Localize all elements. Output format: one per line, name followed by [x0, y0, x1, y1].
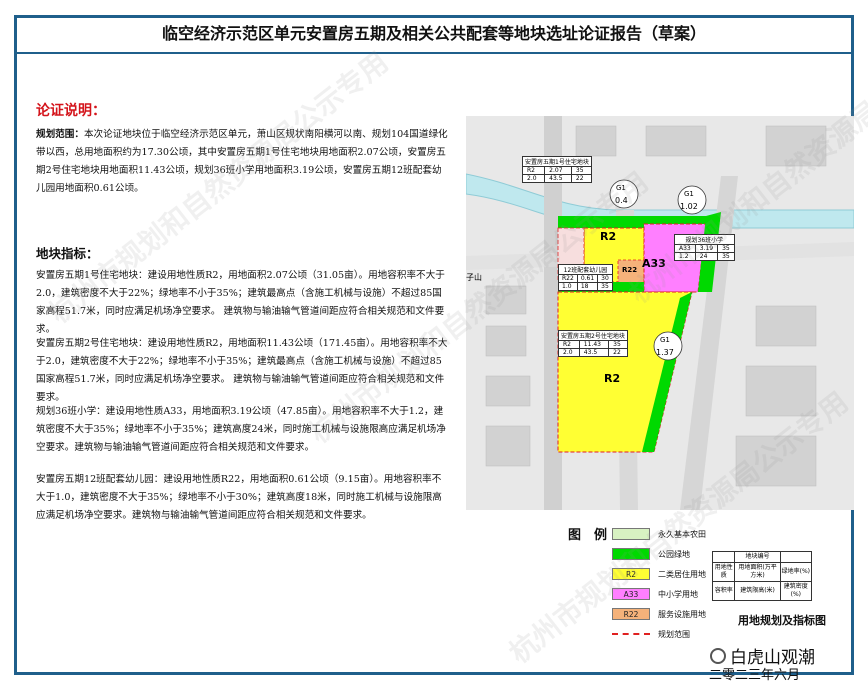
table-cell: 2.0	[521, 174, 546, 183]
legend-item-farmland: 永久基本农田	[612, 526, 706, 542]
g1-south-value: 1.37	[656, 348, 674, 357]
table-title: 安置房五期2号住宅地块	[558, 330, 628, 341]
legend-label: 永久基本农田	[658, 529, 706, 539]
page-title: 临空经济示范区单元安置房五期及相关公共配套等地块选址论证报告（草案）	[161, 24, 706, 43]
table-cell: 22	[608, 348, 628, 357]
plot-table-school: 规划36班小学 A33 3.19 35 1.2 24 35	[674, 234, 735, 261]
legend-label: 二类居住用地	[658, 569, 706, 579]
table-cell: 35	[717, 244, 735, 253]
label-zishan: 子山	[466, 273, 482, 282]
g1-east-value: 1.02	[680, 202, 698, 211]
indicator-p2: 安置房五期2号住宅地块：建设用地性质R2，用地面积11.43公顷（171.45亩…	[36, 338, 448, 403]
legend-label: 服务设施用地	[658, 609, 706, 619]
plot-table-housing-2: 安置房五期2号住宅地块 R2 11.43 35 2.0 43.5 22	[558, 330, 628, 357]
index-cell: 绿地率(%)	[779, 562, 813, 582]
legend-item-r2: R2 二类居住用地	[612, 566, 706, 582]
table-cell: A33	[674, 244, 696, 253]
indicator-p1: 安置房五期1号住宅地块：建设用地性质R2，用地面积2.07公顷（31.05亩）。…	[36, 270, 445, 335]
land-use-map: R2 A33 R22 R2 子山 G1 0.4 G1 1.02 G1 1.37 …	[466, 116, 854, 510]
legend-swatch	[612, 633, 650, 635]
title-divider	[14, 52, 854, 54]
legend-swatch: R22	[612, 608, 650, 620]
table-cell: 35	[608, 340, 628, 349]
table-cell: 2.0	[558, 348, 580, 357]
scope-text: 本次论证地块位于临空经济示范区单元，萧山区规状南阳横河以南、规划104国道绿化带…	[36, 129, 448, 194]
wechat-icon	[710, 647, 726, 664]
g1-east-code: G1	[684, 190, 694, 198]
index-cell: 用地面积(万平方米)	[734, 562, 781, 582]
table-cell: 43.5	[578, 348, 610, 357]
table-cell: 1.0	[558, 282, 578, 291]
table-title: 12班配套幼儿园	[558, 264, 613, 275]
table-cell: 35	[570, 166, 592, 175]
index-cell: 容积率	[711, 581, 736, 601]
index-header: 地块编号	[734, 551, 781, 563]
g1-north-code: G1	[616, 184, 626, 192]
index-cell: 用地性质	[711, 562, 736, 582]
table-cell: 3.19	[694, 244, 719, 253]
table-title: 安置房五期1号住宅地块	[522, 156, 592, 167]
index-key-table: 地块编号 用地性质 用地面积(万平方米) 绿地率(%) 容积率 建筑限高(米) 建筑密度…	[711, 551, 813, 601]
legend-title: 图 例	[568, 528, 608, 543]
legend-label: 规划范围	[658, 629, 690, 639]
legend-item-park: 公园绿地	[612, 546, 690, 562]
section-heading-indicators: 地块指标：	[36, 246, 99, 261]
plot-table-kindergarten: 12班配套幼儿园 R22 0.61 30 1.0 18 35	[558, 264, 613, 291]
table-cell: 1.2	[674, 252, 696, 261]
table-cell: 2.07	[544, 166, 572, 175]
table-cell: 43.5	[544, 174, 572, 183]
legend-item-a33: A33 中小学用地	[612, 586, 698, 602]
legend-item-boundary: 规划范围	[612, 626, 690, 642]
table-cell: R2	[558, 340, 580, 349]
table-cell: 22	[570, 174, 592, 183]
legend-swatch	[612, 548, 650, 560]
index-cell: 建筑密度(%)	[779, 581, 813, 601]
legend-item-r22: R22 服务设施用地	[612, 606, 706, 622]
table-cell: 24	[694, 252, 719, 261]
table-title: 规划36班小学	[674, 234, 735, 245]
table-cell: 30	[597, 274, 613, 283]
table-cell: 35	[597, 282, 613, 291]
table-cell: 11.43	[578, 340, 610, 349]
label-r2-south: R2	[604, 372, 621, 385]
legend-label: 公园绿地	[658, 549, 690, 559]
index-cell: 建筑限高(米)	[734, 581, 781, 601]
brand-date: 二零二三年六月	[709, 668, 801, 683]
plot-table-housing-1: 安置房五期1号住宅地块 R2 2.07 35 2.0 43.5 22	[521, 156, 592, 183]
legend-swatch	[612, 528, 650, 540]
g1-south-code: G1	[660, 336, 670, 344]
legend-swatch: R2	[612, 568, 650, 580]
table-cell: R2	[521, 166, 546, 175]
table-cell: 18	[576, 282, 599, 291]
scope-paragraph: 规划范围：本次论证地块位于临空经济示范区单元，萧山区规状南阳横河以南、规划104…	[36, 126, 448, 198]
label-a33: A33	[642, 257, 666, 270]
section-heading-explanation: 论证说明：	[36, 103, 106, 119]
scope-lead: 规划范围：	[36, 129, 84, 140]
table-cell: 0.61	[576, 274, 599, 283]
indicator-p3: 规划36班小学：建设用地性质A33，用地面积3.19公顷（47.85亩）。用地容…	[36, 406, 446, 453]
table-cell: R22	[558, 274, 578, 283]
g1-north-value: 0.4	[615, 196, 628, 205]
table-cell: 35	[717, 252, 735, 261]
legend-label: 中小学用地	[658, 589, 698, 599]
label-r2-north: R2	[600, 230, 617, 243]
indicator-p4: 安置房五期12班配套幼儿园：建设用地性质R22，用地面积0.61公顷（9.15亩…	[36, 474, 442, 521]
label-r22: R22	[622, 266, 638, 274]
map-caption: 用地规划及指标图	[738, 614, 826, 627]
legend-swatch: A33	[612, 588, 650, 600]
